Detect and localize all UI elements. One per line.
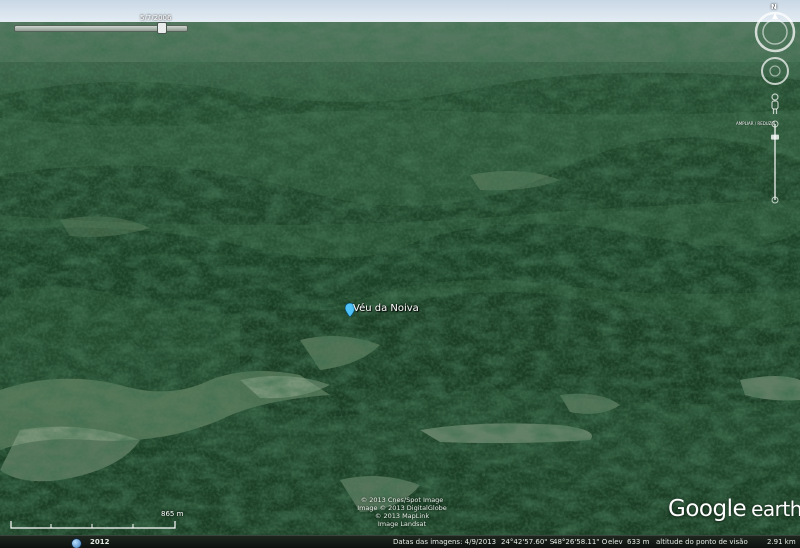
imagery-year: 2012 <box>90 538 110 546</box>
look-joystick-icon[interactable] <box>760 56 790 86</box>
tour-globe-icon[interactable] <box>71 538 82 548</box>
scale-bar <box>10 521 176 529</box>
compass-ring-icon[interactable] <box>754 11 796 53</box>
zoom-slider-thumb[interactable] <box>771 134 779 140</box>
longitude-readout: 48°26'58.11" O <box>553 538 608 546</box>
copyright-line: Image © 2013 DigitalGlobe <box>357 504 447 512</box>
terrain-imagery[interactable] <box>0 0 800 548</box>
elevation-readout: 633 m <box>627 538 650 546</box>
map-viewport[interactable]: 5/7/2006 N AMPLIAR / REDUZIR Véu da Noiv… <box>0 0 800 548</box>
compass-north-label: N <box>771 3 777 11</box>
eye-altitude-label: altitude do ponto de visão <box>656 538 748 546</box>
imagery-date: Datas das imagens: 4/9/2013 <box>393 538 497 546</box>
elevation-label: elev <box>608 538 623 546</box>
copyright-line: Image Landsat <box>377 520 427 528</box>
street-view-pegman-icon[interactable] <box>769 93 781 115</box>
time-slider-thumb[interactable] <box>156 22 167 34</box>
copyright-line: © 2013 MapLink <box>374 512 430 520</box>
latitude-readout: 24°42'57.60" S <box>501 538 555 546</box>
google-earth-logo: Google earth <box>668 496 800 522</box>
imagery-copyright: © 2013 Cnes/Spot Image Image © 2013 Digi… <box>340 496 464 528</box>
logo-google: Google <box>668 496 747 522</box>
time-slider-date: 5/7/2006 <box>140 14 172 22</box>
zoom-slider[interactable] <box>770 120 780 204</box>
eye-altitude-readout: 2.91 km <box>767 538 796 546</box>
historical-imagery-slider[interactable] <box>14 22 188 34</box>
logo-earth: earth <box>751 497 800 521</box>
copyright-line: © 2013 Cnes/Spot Image <box>360 496 444 504</box>
scale-label: 865 m <box>161 510 184 518</box>
status-bar: 2012 Datas das imagens: 4/9/2013 24°42'5… <box>0 535 800 548</box>
placemark-label[interactable]: Véu da Noiva <box>353 303 419 314</box>
